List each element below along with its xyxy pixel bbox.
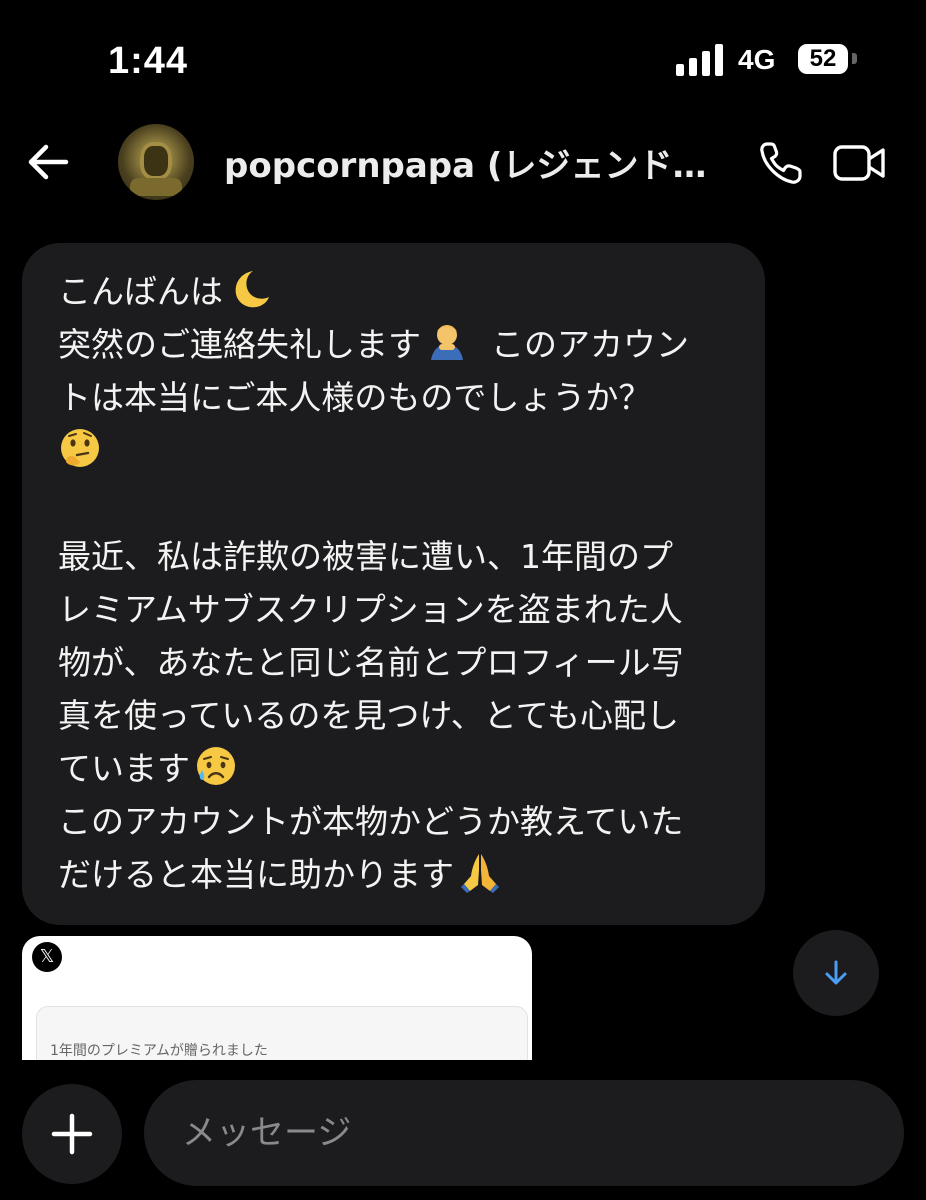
arrow-down-icon: [825, 960, 847, 985]
message-line: こんばんは: [58, 265, 741, 318]
phone-icon: [760, 142, 802, 184]
audio-call-button[interactable]: [756, 138, 806, 188]
message-text: レミアムサブスクリプションを盗まれた人: [58, 590, 683, 629]
message-text: 突然のご連絡失礼します: [58, 325, 421, 364]
message-line: 最近、私は詐欺の被害に遭い、1年間のプ: [58, 530, 741, 583]
message-line: 物が、あなたと同じ名前とプロフィール写: [58, 636, 741, 689]
message-line: レミアムサブスクリプションを盗まれた人: [58, 583, 741, 636]
avatar[interactable]: [118, 124, 194, 200]
battery-cap: [852, 53, 857, 64]
message-text: このアカウントが本物かどうか教えていた: [58, 802, 684, 841]
direct-message-screen: 1:44 4G 52 popcornpapa (レジェンド８… こんばんは 突然…: [0, 0, 926, 1200]
message-input[interactable]: [144, 1080, 904, 1186]
thinking-face-icon: [61, 429, 99, 467]
x-logo-icon: 𝕏: [32, 942, 62, 972]
message-text: 真を使っているのを見つけ、とても心配し: [58, 696, 680, 735]
message-line: このアカウントが本物かどうか教えていた: [58, 795, 741, 848]
cellular-signal-icon: [676, 42, 726, 78]
back-button[interactable]: [22, 136, 74, 188]
back-arrow-icon: [28, 144, 69, 180]
folded-hands-icon: [461, 854, 499, 893]
bowing-person-icon: [431, 325, 463, 360]
video-call-button[interactable]: [832, 140, 888, 186]
message-line: だけると本当に助かります: [58, 848, 741, 901]
incoming-message-bubble[interactable]: こんばんは 突然のご連絡失礼します このアカウン トは本当にご本人様のものでしょう…: [22, 243, 765, 925]
message-line: 真を使っているのを見つけ、とても心配し: [58, 689, 741, 742]
message-line: トは本当にご本人様のものでしょうか？: [58, 371, 741, 424]
video-camera-icon: [833, 145, 885, 181]
message-line: [58, 424, 741, 477]
message-line: 突然のご連絡失礼します このアカウン: [58, 318, 741, 371]
message-text: だけると本当に助かります: [58, 855, 454, 894]
add-attachment-button[interactable]: [22, 1084, 122, 1184]
message-line-blank: [58, 477, 741, 530]
battery-level: 52: [809, 45, 837, 72]
message-text: トは本当にご本人様のものでしょうか？: [58, 378, 652, 417]
message-text: このアカウン: [491, 325, 689, 364]
message-text: ています: [58, 749, 190, 788]
message-text: 物が、あなたと同じ名前とプロフィール写: [58, 643, 684, 682]
network-type: 4G: [738, 44, 776, 75]
crescent-moon-icon: [235, 271, 269, 308]
status-time: 1:44: [108, 40, 189, 82]
battery-icon: 52: [798, 44, 848, 74]
preview-text: 1年間のプレミアムが贈られました: [50, 1043, 268, 1059]
message-line: ています: [58, 742, 741, 795]
sad-sweat-face-icon: [197, 747, 235, 785]
message-text: こんばんは: [58, 272, 223, 311]
scroll-to-bottom-button[interactable]: [793, 930, 879, 1016]
plus-icon: [51, 1113, 93, 1155]
conversation-title[interactable]: popcornpapa (レジェンド８…: [224, 138, 714, 187]
message-text: 最近、私は詐欺の被害に遭い、1年間のプ: [58, 537, 673, 576]
